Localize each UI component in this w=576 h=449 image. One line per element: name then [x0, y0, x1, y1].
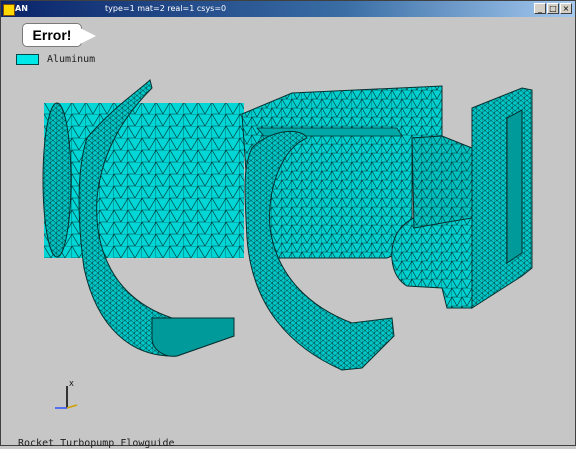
window-controls: _ □ × — [534, 3, 572, 14]
title-app-name: AN — [15, 4, 28, 13]
material-legend: Aluminum — [16, 54, 95, 65]
maximize-button[interactable]: □ — [547, 3, 559, 14]
title-status-text: type=1 mat=2 real=1 csys=0 — [105, 4, 227, 13]
error-tooltip: Error! — [22, 23, 82, 47]
right-flange — [471, 87, 533, 309]
main-cylinder — [42, 102, 244, 258]
error-tooltip-text: Error! — [32, 27, 72, 43]
title-bar[interactable]: AN type=1 mat=2 real=1 csys=0 _ □ × — [1, 1, 575, 17]
legend-swatch — [16, 54, 39, 65]
minimize-button[interactable]: _ — [534, 3, 546, 14]
close-button[interactable]: × — [560, 3, 572, 14]
triad-axis-label: X — [69, 380, 74, 388]
triad-x-axis — [66, 404, 78, 409]
flowguide-mesh-model — [42, 79, 533, 371]
coordinate-triad-icon: X — [55, 380, 78, 409]
legend-label: Aluminum — [47, 54, 96, 65]
model-caption: Rocket Turbopump Flowguide — [18, 438, 175, 449]
app-icon — [3, 4, 15, 16]
ansys-window: AN type=1 mat=2 real=1 csys=0 _ □ × Erro… — [0, 0, 576, 449]
error-tooltip-tail — [80, 28, 96, 44]
graphics-viewport[interactable]: Error! Aluminum X Rocket Turbopump Flowg… — [2, 18, 574, 449]
